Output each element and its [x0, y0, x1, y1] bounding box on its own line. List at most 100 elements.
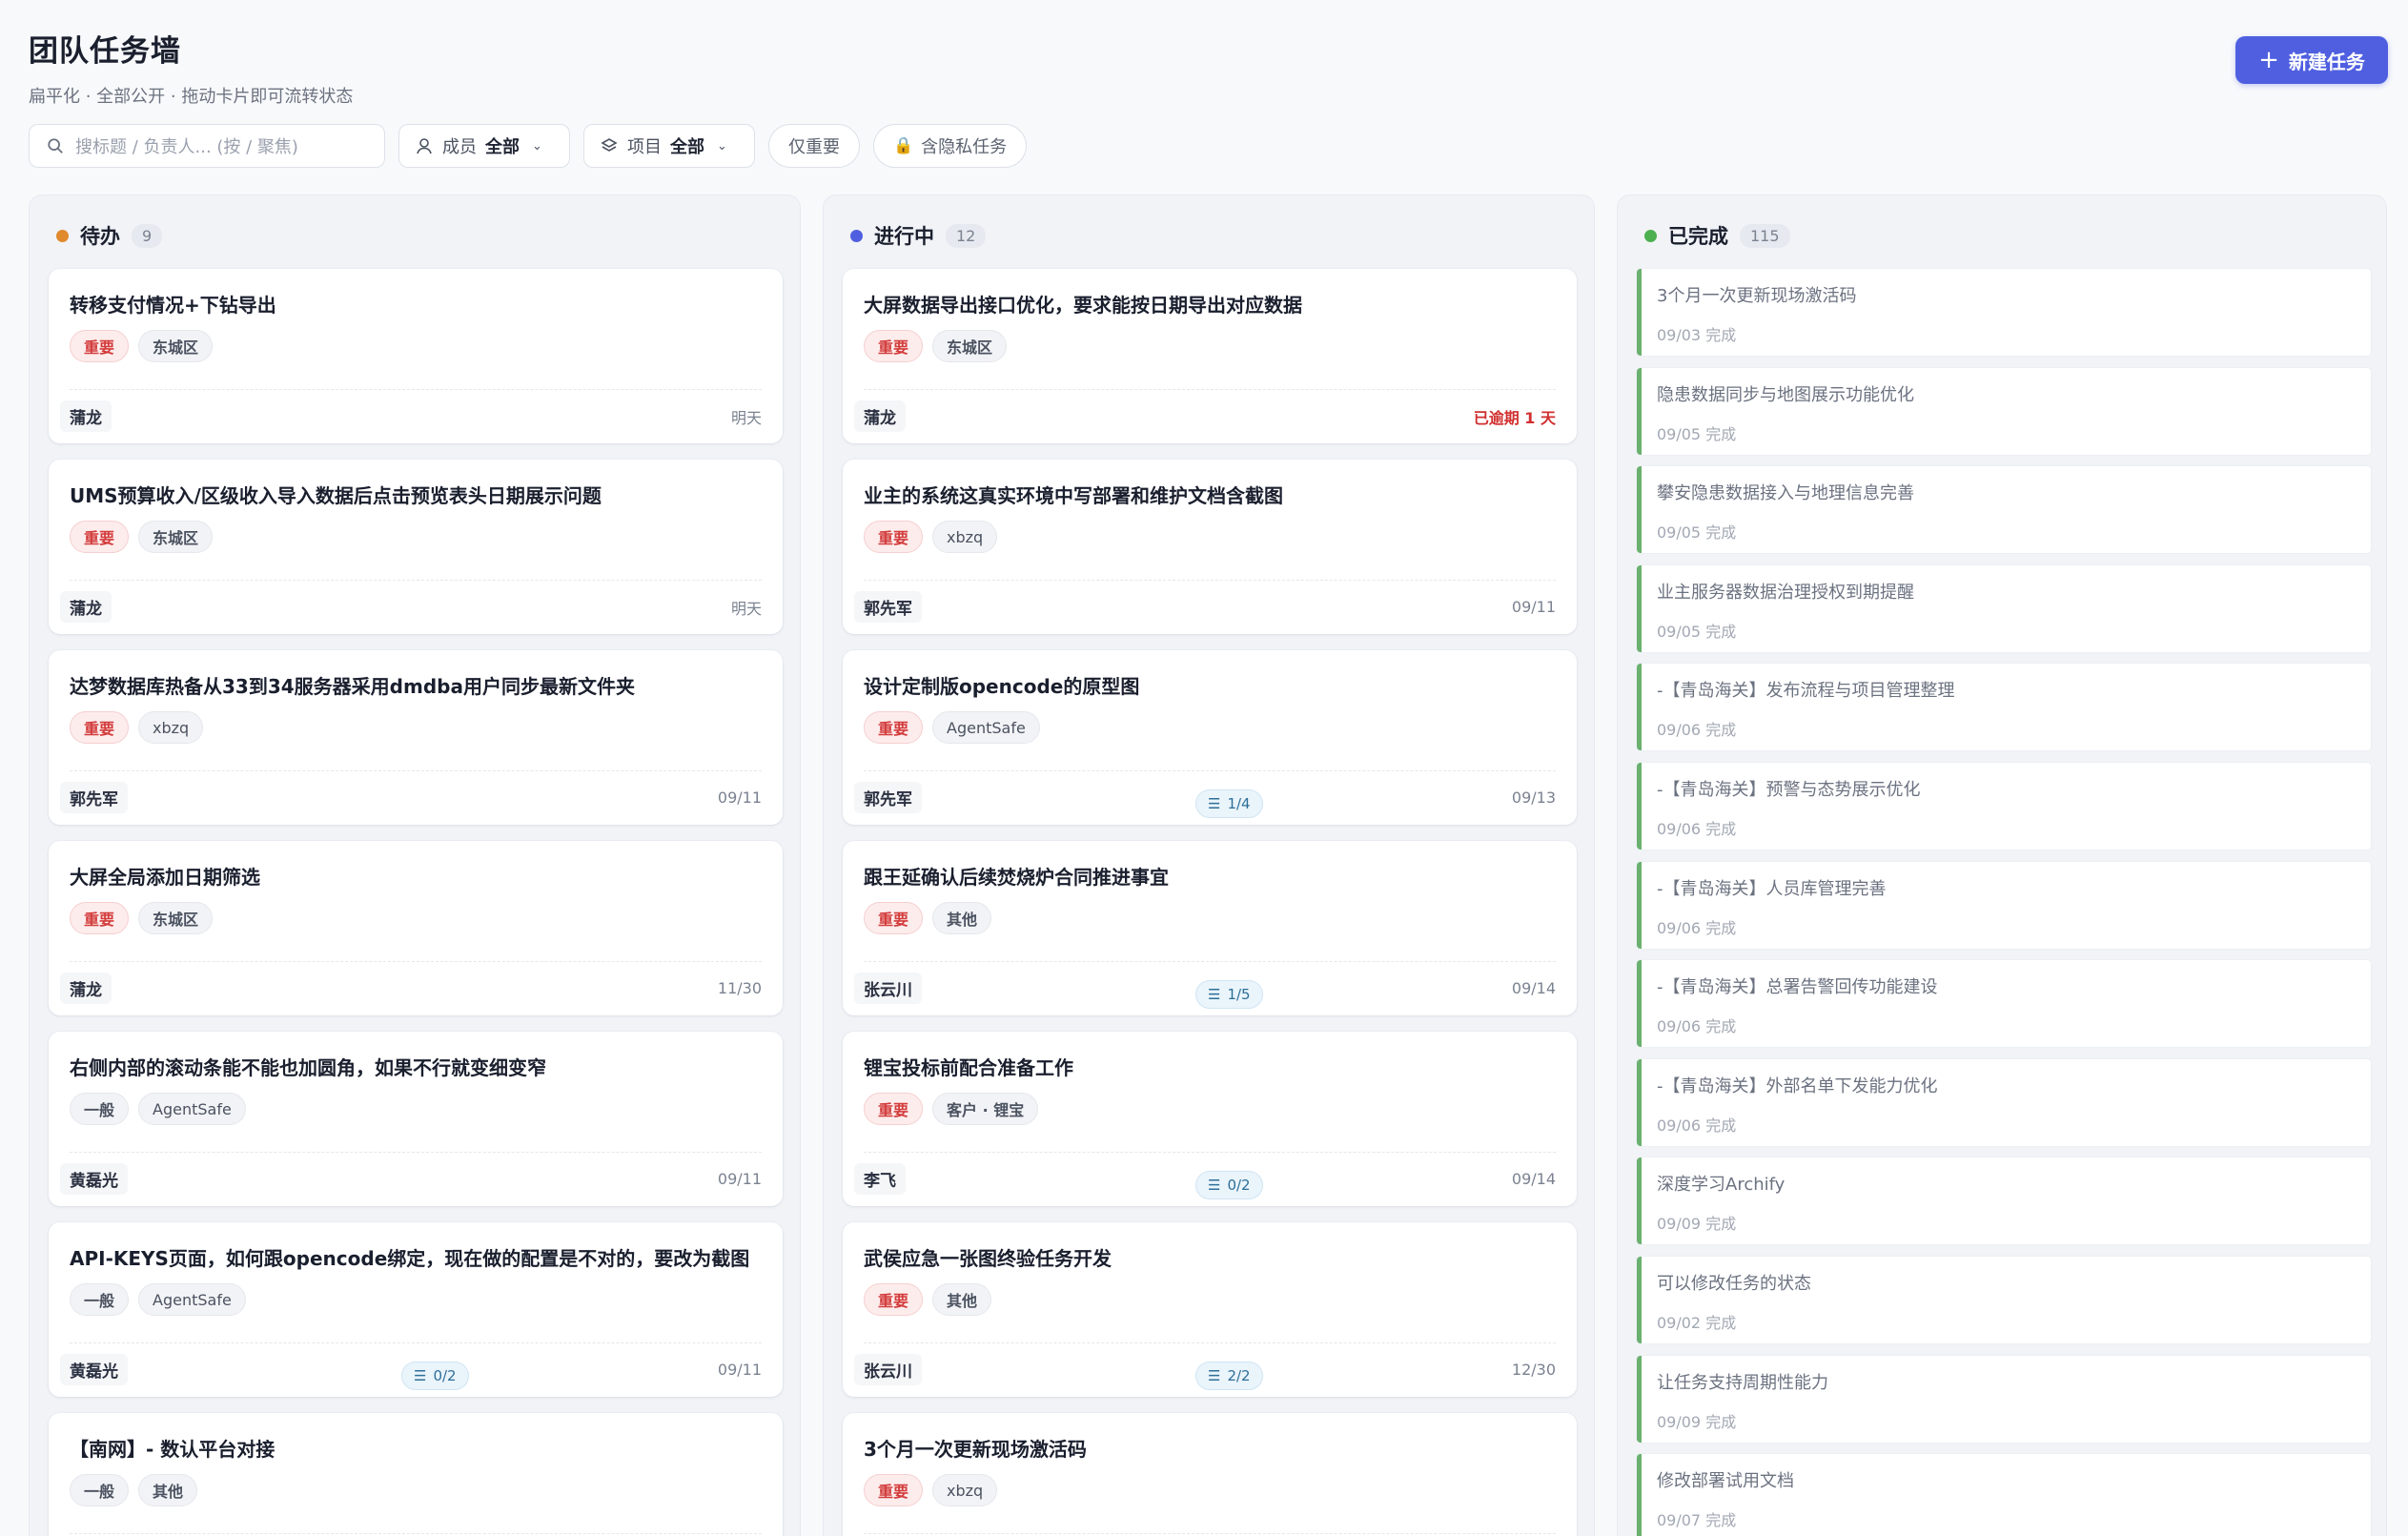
- subtask-progress: ☰ 0/2: [1195, 1171, 1263, 1199]
- done-task-title: 攀安隐患数据接入与地理信息完善: [1657, 483, 1914, 504]
- plus-icon: +: [2258, 46, 2279, 74]
- assignee-name: 蒲龙: [60, 973, 112, 1004]
- done-task-title: 3个月一次更新现场激活码: [1657, 286, 1857, 306]
- due-date: 已逾期 1 天: [1473, 408, 1556, 427]
- done-task-date: 09/06 完成: [1657, 1017, 1737, 1036]
- due-date: 09/11: [1511, 598, 1556, 616]
- task-tags: 一般 其他: [70, 1474, 198, 1506]
- task-tags: 重要 东城区: [70, 330, 214, 362]
- search-input[interactable]: 搜标题 / 负责人... (按 / 聚焦): [29, 124, 385, 168]
- project-badge: xbzq: [932, 521, 998, 553]
- priority-badge: 重要: [70, 902, 130, 934]
- task-card[interactable]: 大屏全局添加日期筛选 重要 东城区 蒲龙 11/30: [49, 841, 783, 1015]
- done-task-card[interactable]: 3个月一次更新现场激活码 09/03 完成: [1637, 269, 2371, 356]
- task-title: 武侯应急一张图终验任务开发: [864, 1247, 1112, 1270]
- task-card[interactable]: 右侧内部的滚动条能不能也加圆角，如果不行就变细变窄 一般 AgentSafe 黄磊光 0…: [49, 1032, 783, 1206]
- task-card[interactable]: 转移支付情况+下钻导出 重要 东城区 蒲龙 明天: [49, 269, 783, 443]
- priority-badge: 重要: [864, 330, 924, 362]
- done-task-card[interactable]: 隐患数据同步与地图展示功能优化 09/05 完成: [1637, 367, 2371, 455]
- subtask-count: 1/4: [1227, 795, 1251, 812]
- priority-badge: 重要: [864, 1093, 924, 1125]
- subtask-icon: ☰: [1208, 1177, 1221, 1194]
- done-task-card[interactable]: -【青岛海关】总署告警回传功能建设 09/06 完成: [1637, 960, 2371, 1048]
- done-task-date: 09/05 完成: [1657, 622, 1737, 641]
- done-task-card[interactable]: 让任务支持周期性能力 09/09 完成: [1637, 1355, 2371, 1443]
- task-tags: 一般 AgentSafe: [70, 1093, 246, 1125]
- project-badge: 其他: [932, 1283, 992, 1316]
- task-card[interactable]: 武侯应急一张图终验任务开发 重要 其他 张云川 12/30 ☰ 2/2: [843, 1222, 1577, 1397]
- private-tasks-toggle[interactable]: 🔒 含隐私任务: [873, 124, 1028, 168]
- column-todo: 待办 9 转移支付情况+下钻导出 重要 东城区 蒲龙 明天 UMS预算收入/区级收入导入数…: [29, 195, 801, 1536]
- done-task-card[interactable]: 可以修改任务的状态 09/02 完成: [1637, 1257, 2371, 1343]
- chevron-down-icon: ⌄: [717, 138, 727, 154]
- task-title: 达梦数据库热备从33到34服务器采用dmdba用户同步最新文件夹: [70, 675, 635, 698]
- task-footer: 蒲龙 11/30: [60, 961, 762, 1004]
- user-icon: [417, 138, 432, 154]
- task-title: 大屏全局添加日期筛选: [70, 866, 260, 889]
- task-tags: 重要 其他: [864, 1283, 992, 1316]
- new-task-label: 新建任务: [2288, 50, 2365, 73]
- done-task-card[interactable]: -【青岛海关】预警与态势展示优化 09/06 完成: [1637, 763, 2371, 850]
- done-task-title: 让任务支持周期性能力: [1657, 1372, 1828, 1393]
- project-filter[interactable]: 项目 全部 ⌄: [583, 124, 755, 168]
- done-task-date: 09/06 完成: [1657, 820, 1737, 838]
- project-badge: 其他: [932, 902, 992, 934]
- priority-badge: 重要: [70, 330, 130, 362]
- subtask-progress: ☰ 1/4: [1195, 789, 1263, 818]
- chevron-down-icon: ⌄: [532, 138, 542, 154]
- important-only-toggle[interactable]: 仅重要: [768, 124, 860, 168]
- priority-badge: 重要: [864, 711, 924, 744]
- done-task-card[interactable]: 攀安隐患数据接入与地理信息完善 09/05 完成: [1637, 466, 2371, 554]
- task-card[interactable]: 业主的系统这真实环境中写部署和维护文档含截图 重要 xbzq 郭先军 09/11: [843, 460, 1577, 634]
- task-tags: 重要 客户 · 锂宝: [864, 1093, 1039, 1125]
- done-task-date: 09/09 完成: [1657, 1412, 1737, 1431]
- done-task-card[interactable]: -【青岛海关】人员库管理完善 09/06 完成: [1637, 861, 2371, 949]
- done-task-card[interactable]: 深度学习Archify 09/09 完成: [1637, 1157, 2371, 1245]
- task-footer: 蒲龙 明天: [60, 580, 762, 623]
- column-header: 已完成 115: [1618, 195, 2386, 276]
- project-badge: AgentSafe: [138, 1093, 246, 1125]
- subtask-icon: ☰: [414, 1367, 427, 1384]
- task-title: 【南网】- 数认平台对接: [70, 1438, 275, 1461]
- subtask-icon: ☰: [1208, 1367, 1221, 1384]
- done-task-title: -【青岛海关】总署告警回传功能建设: [1657, 977, 1938, 998]
- priority-badge: 一般: [70, 1474, 130, 1506]
- task-card[interactable]: 设计定制版opencode的原型图 重要 AgentSafe 郭先军 09/13 ☰ 1/4: [843, 650, 1577, 825]
- task-card[interactable]: 【南网】- 数认平台对接一般 其他: [49, 1413, 783, 1536]
- project-badge: 东城区: [932, 330, 1008, 362]
- member-filter-value: 全部: [485, 137, 520, 157]
- task-footer: 郭先军 09/11: [854, 580, 1556, 623]
- task-title: 业主的系统这真实环境中写部署和维护文档含截图: [864, 484, 1283, 507]
- done-task-card[interactable]: -【青岛海关】发布流程与项目管理整理 09/06 完成: [1637, 664, 2371, 751]
- task-title: 大屏数据导出接口优化，要求能按日期导出对应数据: [864, 294, 1302, 317]
- done-task-card[interactable]: -【青岛海关】外部名单下发能力优化 09/06 完成: [1637, 1058, 2371, 1146]
- done-task-date: 09/05 完成: [1657, 424, 1737, 443]
- done-task-title: -【青岛海关】发布流程与项目管理整理: [1657, 681, 1955, 702]
- task-title: 右侧内部的滚动条能不能也加圆角，如果不行就变细变窄: [70, 1056, 546, 1079]
- project-badge: 东城区: [138, 521, 214, 553]
- task-card[interactable]: 跟王延确认后续焚烧炉合同推进事宜 重要 其他 张云川 09/14 ☰ 1/5: [843, 841, 1577, 1015]
- done-task-card[interactable]: 修改部署试用文档 09/07 完成: [1637, 1454, 2371, 1536]
- done-task-card[interactable]: 业主服务器数据治理授权到期提醒 09/05 完成: [1637, 564, 2371, 652]
- priority-badge: 重要: [70, 711, 130, 744]
- task-title: 转移支付情况+下钻导出: [70, 294, 276, 317]
- member-filter-label: 成员: [442, 137, 477, 157]
- done-task-date: 09/06 完成: [1657, 721, 1737, 740]
- member-filter[interactable]: 成员 全部 ⌄: [398, 124, 570, 168]
- due-date: 09/11: [717, 788, 762, 807]
- task-card[interactable]: 3个月一次更新现场激活码 重要 xbzq: [843, 1413, 1577, 1536]
- task-tags: 重要 其他: [864, 902, 992, 934]
- task-title: 设计定制版opencode的原型图: [864, 675, 1140, 698]
- task-card[interactable]: 达梦数据库热备从33到34服务器采用dmdba用户同步最新文件夹 重要 xbzq 郭先…: [49, 650, 783, 825]
- done-task-date: 09/02 完成: [1657, 1314, 1737, 1332]
- subtask-progress: ☰ 0/2: [401, 1362, 469, 1390]
- task-card[interactable]: 锂宝投标前配合准备工作 重要 客户 · 锂宝 李飞 09/14 ☰ 0/2: [843, 1032, 1577, 1206]
- due-date: 明天: [730, 599, 762, 618]
- project-badge: 客户 · 锂宝: [932, 1093, 1039, 1125]
- task-card[interactable]: API-KEYS页面，如何跟opencode绑定，现在做的配置是不对的，要改为截…: [49, 1222, 783, 1397]
- task-card[interactable]: 大屏数据导出接口优化，要求能按日期导出对应数据 重要 东城区 蒲龙 已逾期 1 天: [843, 269, 1577, 443]
- lock-icon: 🔒: [893, 136, 914, 155]
- task-card[interactable]: UMS预算收入/区级收入导入数据后点击预览表头日期展示问题 重要 东城区 蒲龙 明天: [49, 460, 783, 634]
- new-task-button[interactable]: + 新建任务: [2235, 36, 2388, 84]
- task-tags: 重要 AgentSafe: [864, 711, 1040, 744]
